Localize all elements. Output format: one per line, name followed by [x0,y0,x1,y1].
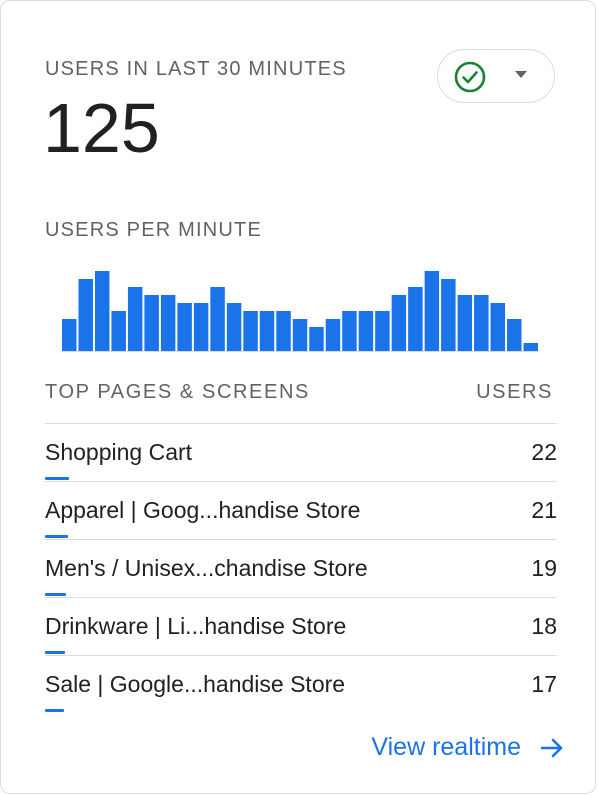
chart-bar[interactable] [177,303,192,351]
chart-bar[interactable] [325,319,341,351]
chart-bar[interactable] [358,311,374,351]
chart-bar[interactable] [507,319,522,351]
users-per-minute-label: USERS PER MINUTE [45,219,263,241]
usage-bar [45,651,65,654]
usage-bar [45,535,68,538]
chart-bar[interactable] [127,287,143,351]
table-row: Apparel | Goog...handise Store 21 [45,481,557,539]
page-users: 18 [531,613,557,639]
page-users: 21 [531,497,557,523]
chart-bar[interactable] [342,311,357,351]
chart-bar[interactable] [62,319,77,351]
chart-bar[interactable] [474,295,489,351]
chart-bar[interactable] [111,311,126,351]
page-users: 19 [531,555,557,581]
chart-bar[interactable] [375,311,390,351]
users-column-header: USERS [476,381,553,403]
chart-bar[interactable] [226,303,242,351]
usage-bar [45,709,64,712]
view-realtime-link[interactable]: View realtime [371,733,565,762]
table-row: Shopping Cart 22 [45,423,557,481]
chart-bar[interactable] [441,279,456,351]
check-circle-icon [454,61,486,93]
chart-bar[interactable] [490,303,506,351]
users-last-30-label: USERS IN LAST 30 MINUTES [45,58,347,80]
chart-bar[interactable] [424,271,440,351]
page-name[interactable]: Sale | Google...handise Store [45,671,345,698]
chart-bar[interactable] [94,271,110,351]
chart-bar[interactable] [276,311,291,351]
status-dropdown-button[interactable] [437,49,555,103]
chart-bar[interactable] [457,295,473,351]
page-name[interactable]: Men's / Unisex...chandise Store [45,555,368,582]
view-realtime-label: View realtime [371,733,521,761]
chart-bar[interactable] [309,327,324,351]
chart-bar[interactable] [144,295,159,351]
chart-bar[interactable] [243,311,258,351]
arrow-right-icon [540,738,563,757]
chart-bar[interactable] [292,319,308,351]
table-row: Men's / Unisex...chandise Store 19 [45,539,557,597]
chart-bar[interactable] [210,287,225,351]
active-users-count: 125 [43,89,160,167]
chart-bar[interactable] [78,279,93,351]
top-pages-list: Shopping Cart 22 Apparel | Goog...handis… [45,423,557,713]
chart-bar[interactable] [523,343,538,351]
chart-bar[interactable] [259,311,275,351]
usage-bar [45,593,66,596]
page-users: 17 [531,671,557,697]
usage-bar [45,477,69,480]
chart-bar[interactable] [193,303,209,351]
page-name[interactable]: Drinkware | Li...handise Store [45,613,346,640]
caret-down-icon [515,71,527,78]
table-row: Drinkware | Li...handise Store 18 [45,597,557,655]
chart-bar[interactable] [408,287,423,351]
users-per-minute-chart [61,271,539,352]
table-row: Sale | Google...handise Store 17 [45,655,557,713]
chart-bar[interactable] [391,295,407,351]
page-name[interactable]: Apparel | Goog...handise Store [45,497,360,524]
page-users: 22 [531,439,557,465]
chart-bar[interactable] [160,295,176,351]
realtime-card: USERS IN LAST 30 MINUTES 125 USERS PER M… [0,0,596,794]
top-pages-header: TOP PAGES & SCREENS [45,381,310,403]
page-name[interactable]: Shopping Cart [45,439,192,466]
